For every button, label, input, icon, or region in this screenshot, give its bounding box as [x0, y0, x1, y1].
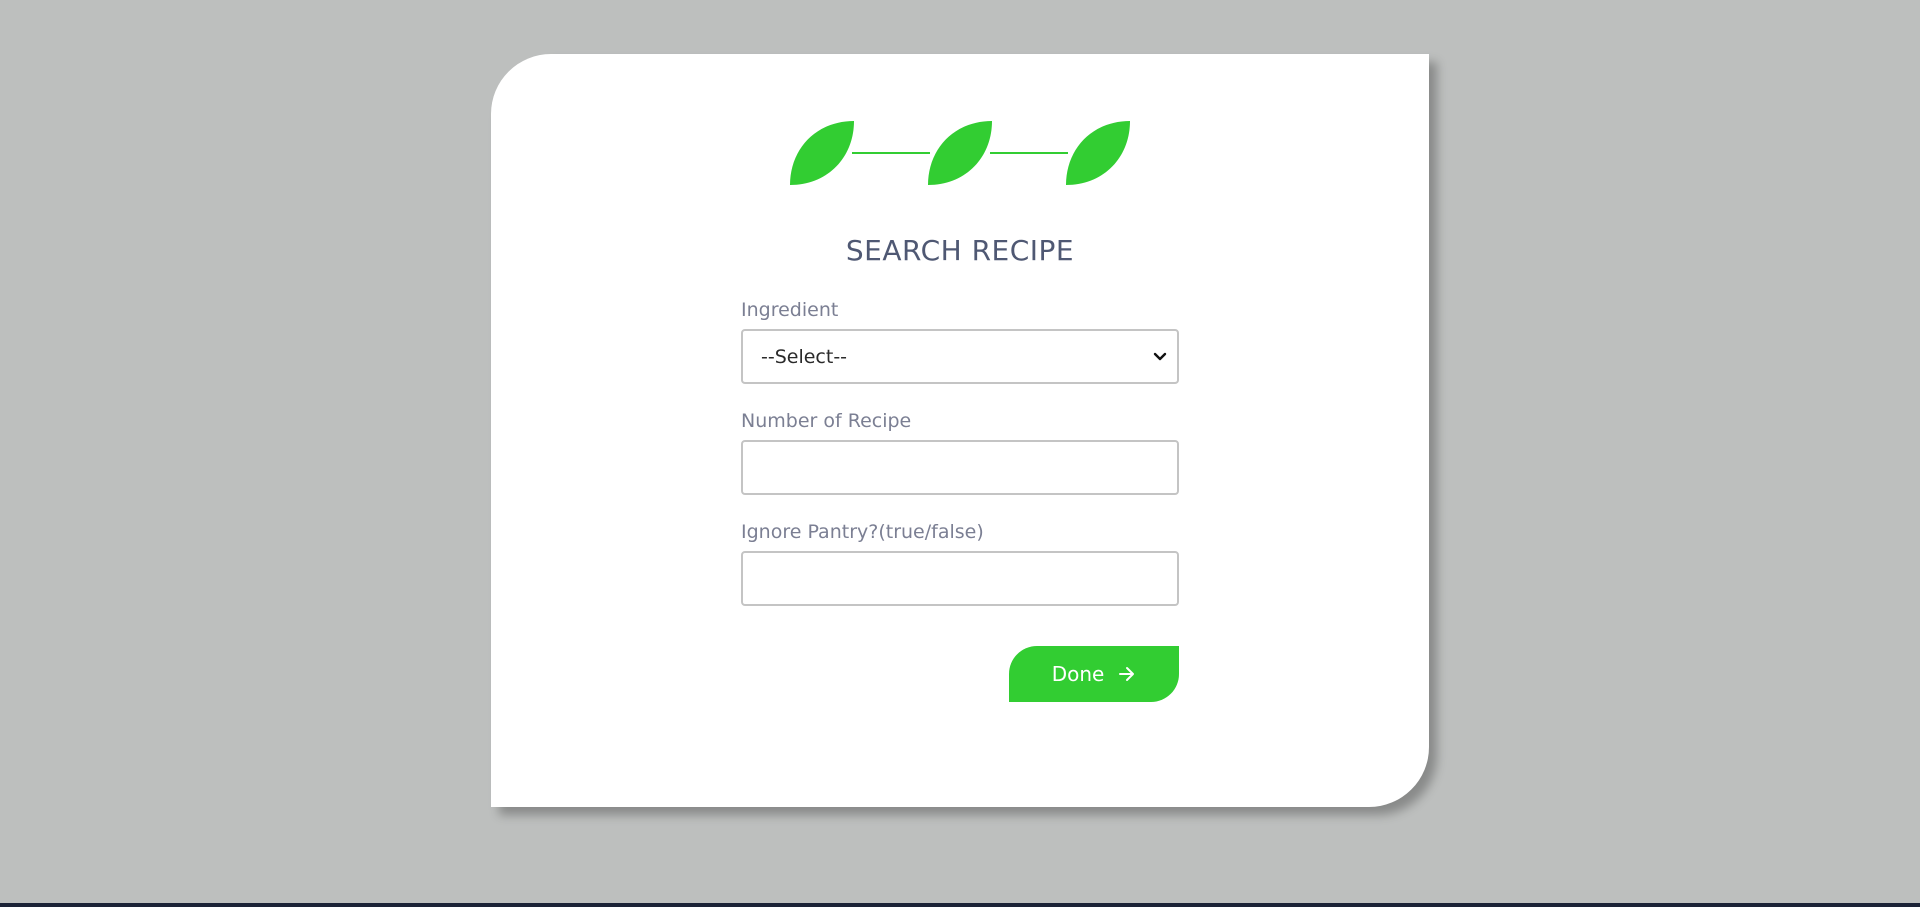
ingredient-select-value: --Select--: [761, 345, 848, 368]
progress-steps: [790, 121, 1130, 185]
number-of-recipe-input[interactable]: [741, 440, 1179, 495]
leaf-icon: [790, 121, 854, 185]
done-button[interactable]: Done: [1009, 646, 1179, 702]
ingredient-select[interactable]: --Select--: [741, 329, 1179, 384]
chevron-down-icon: [1153, 352, 1167, 360]
leaf-icon: [1066, 121, 1130, 185]
progress-steps-graphic: [790, 121, 1130, 185]
done-button-label: Done: [1051, 662, 1105, 686]
page: SEARCH RECIPE Ingredient --Select-- Numb…: [0, 0, 1920, 907]
page-title: SEARCH RECIPE: [845, 234, 1075, 267]
number-of-recipe-label: Number of Recipe: [741, 410, 912, 432]
arrow-right-icon: [1119, 667, 1135, 681]
search-recipe-card: SEARCH RECIPE Ingredient --Select-- Numb…: [491, 54, 1429, 807]
ignore-pantry-label: Ignore Pantry?(true/false): [741, 521, 984, 543]
ignore-pantry-input[interactable]: [741, 551, 1179, 606]
ingredient-label: Ingredient: [741, 299, 839, 321]
leaf-icon: [928, 121, 992, 185]
bottom-bar: [0, 903, 1920, 907]
